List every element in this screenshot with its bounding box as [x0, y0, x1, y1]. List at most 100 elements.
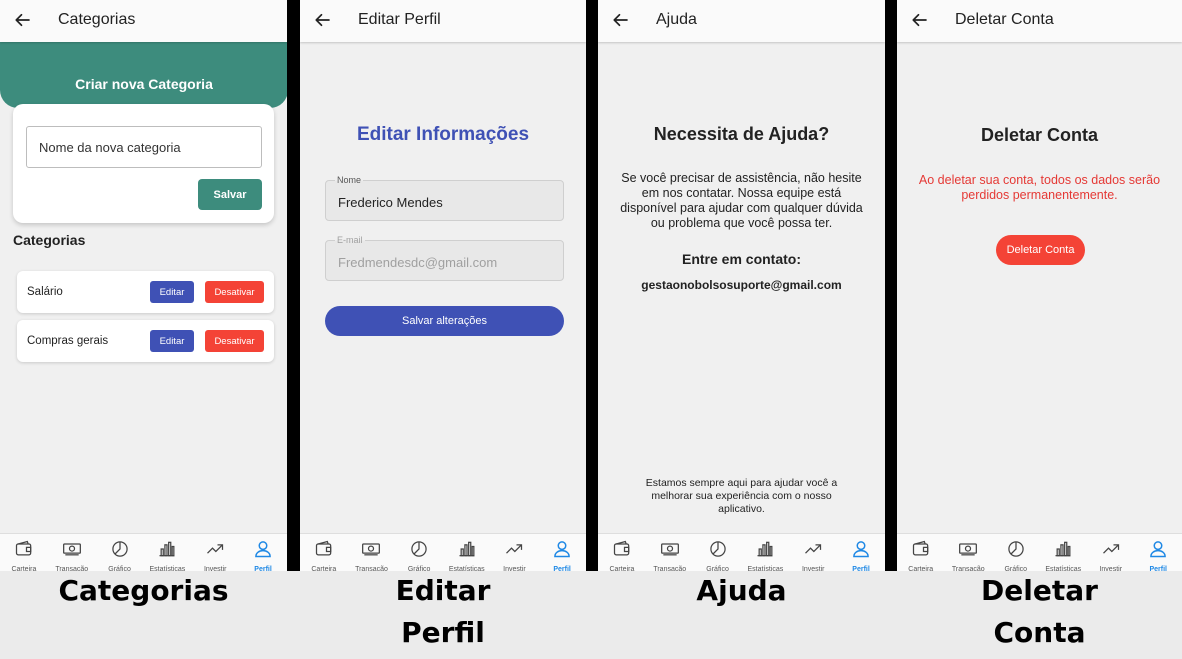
banner-title: Criar nova Categoria: [75, 76, 213, 92]
nav-item-5[interactable]: Perfil: [241, 534, 285, 571]
help-body: Se você precisar de assistência, não hes…: [620, 171, 863, 230]
arrow-left-icon[interactable]: [911, 11, 929, 29]
bar-chart-icon: [157, 539, 177, 564]
edit-info-heading: Editar Informações: [356, 124, 530, 145]
app-bar: Deletar Conta: [897, 0, 1182, 42]
trending-up-icon: [1101, 539, 1121, 564]
delete-warning: Ao deletar sua conta, todos os dados ser…: [918, 173, 1161, 202]
categories-heading: Categorias: [13, 232, 86, 248]
help-heading: Necessita de Ajuda?: [653, 124, 830, 144]
screen-ajuda: Ajuda Necessita de Ajuda? Se você precis…: [598, 0, 885, 571]
wallet-icon: [612, 539, 632, 564]
email-field: E-mail Fredmendesdc@gmail.com: [325, 235, 564, 281]
name-label: Nome: [335, 175, 364, 185]
page-title: Deletar Conta: [955, 11, 1054, 28]
list-item: Salário Editar Desativar: [17, 271, 274, 313]
pie-chart-icon: [110, 539, 130, 564]
nav-item-5[interactable]: Perfil: [540, 534, 584, 571]
trending-up-icon: [504, 539, 524, 564]
delete-account-button[interactable]: Deletar Conta: [996, 235, 1085, 265]
nav-item-5[interactable]: Perfil: [1136, 534, 1180, 571]
nav-item-5[interactable]: Perfil: [839, 534, 883, 571]
save-button[interactable]: Salvar: [198, 179, 262, 210]
nav-item-4[interactable]: Investir: [193, 534, 237, 571]
nav-item-2[interactable]: Gráfico: [696, 534, 740, 571]
email-value: Fredmendesdc@gmail.com: [338, 255, 498, 270]
arrow-left-icon[interactable]: [14, 11, 32, 29]
app-bar: Ajuda: [598, 0, 885, 42]
app-bar: Editar Perfil: [300, 0, 586, 42]
user-icon: [253, 539, 273, 564]
caption-ajuda: Ajuda: [598, 570, 885, 612]
category-name-input[interactable]: Nome da nova categoria: [26, 126, 262, 168]
screen-editar-perfil: Editar Perfil Editar Informações Nome Fr…: [300, 0, 586, 571]
caption-line: Perfil: [401, 616, 485, 649]
nav-item-0[interactable]: Carteira: [2, 534, 46, 571]
arrow-left-icon[interactable]: [612, 11, 630, 29]
nav-item-2[interactable]: Gráfico: [98, 534, 142, 571]
contact-heading: Entre em contato:: [681, 251, 801, 267]
bottom-nav: Carteira Transação Gráfico Estatísticas Inve…: [897, 533, 1182, 571]
app-bar: Categorias: [0, 0, 287, 42]
nav-item-1[interactable]: Transação: [946, 534, 990, 571]
nav-item-2[interactable]: Gráfico: [994, 534, 1038, 571]
caption-deletar-conta: Deletar Conta: [897, 570, 1182, 654]
nav-item-4[interactable]: Investir: [1089, 534, 1133, 571]
nav-item-3[interactable]: Estatísticas: [1041, 534, 1085, 571]
screen-deletar-conta: Deletar Conta Deletar Conta Ao deletar s…: [897, 0, 1182, 571]
edit-button[interactable]: Editar: [150, 281, 194, 303]
bar-chart-icon: [755, 539, 775, 564]
pie-chart-icon: [1006, 539, 1026, 564]
list-item: Compras gerais Editar Desativar: [17, 320, 274, 362]
bottom-nav: Carteira Transação Gráfico Estatísticas Inve…: [0, 533, 287, 571]
nav-item-4[interactable]: Investir: [492, 534, 536, 571]
save-changes-button[interactable]: Salvar alterações: [325, 306, 564, 336]
category-name: Salário: [27, 286, 63, 298]
wallet-icon: [14, 539, 34, 564]
caption-line: Editar: [395, 574, 491, 607]
nav-item-0[interactable]: Carteira: [600, 534, 644, 571]
name-field[interactable]: Nome Frederico Mendes: [325, 175, 564, 221]
nav-item-1[interactable]: Transação: [50, 534, 94, 571]
nav-item-1[interactable]: Transação: [648, 534, 692, 571]
bar-chart-icon: [457, 539, 477, 564]
user-icon: [552, 539, 572, 564]
deactivate-button[interactable]: Desativar: [205, 281, 264, 303]
screen-categorias: Categorias Criar nova Categoria Nome da …: [0, 0, 287, 571]
create-category-card: Nome da nova categoria Salvar: [13, 104, 274, 223]
edit-button[interactable]: Editar: [150, 330, 194, 352]
money-icon: [62, 539, 82, 564]
page-title: Categorias: [58, 11, 136, 28]
pie-chart-icon: [409, 539, 429, 564]
nav-item-2[interactable]: Gráfico: [397, 534, 441, 571]
pie-chart-icon: [708, 539, 728, 564]
user-icon: [851, 539, 871, 564]
caption-text: Categorias: [58, 574, 229, 607]
page-title: Editar Perfil: [358, 11, 441, 28]
help-footer: Estamos sempre aqui para ajudar você a m…: [645, 477, 838, 515]
wallet-icon: [314, 539, 334, 564]
user-icon: [1148, 539, 1168, 564]
bar-chart-icon: [1053, 539, 1073, 564]
nav-item-0[interactable]: Carteira: [302, 534, 346, 571]
nav-item-1[interactable]: Transação: [349, 534, 393, 571]
bottom-nav: Carteira Transação Gráfico Estatísticas Inve…: [300, 533, 586, 571]
caption-editar-perfil: Editar Perfil: [300, 570, 586, 654]
nav-item-3[interactable]: Estatísticas: [145, 534, 189, 571]
deactivate-button[interactable]: Desativar: [205, 330, 264, 352]
nav-item-0[interactable]: Carteira: [899, 534, 943, 571]
money-icon: [958, 539, 978, 564]
page-title: Ajuda: [656, 11, 697, 28]
nav-item-4[interactable]: Investir: [791, 534, 835, 571]
money-icon: [361, 539, 381, 564]
caption-line: Conta: [993, 616, 1086, 649]
nav-item-3[interactable]: Estatísticas: [743, 534, 787, 571]
wallet-icon: [911, 539, 931, 564]
name-value: Frederico Mendes: [338, 195, 443, 210]
arrow-left-icon[interactable]: [314, 11, 332, 29]
email-label: E-mail: [335, 235, 365, 245]
trending-up-icon: [205, 539, 225, 564]
delete-heading: Deletar Conta: [980, 125, 1099, 145]
support-email-link[interactable]: gestaonobolsosuporte@gmail.com: [598, 278, 885, 292]
nav-item-3[interactable]: Estatísticas: [445, 534, 489, 571]
